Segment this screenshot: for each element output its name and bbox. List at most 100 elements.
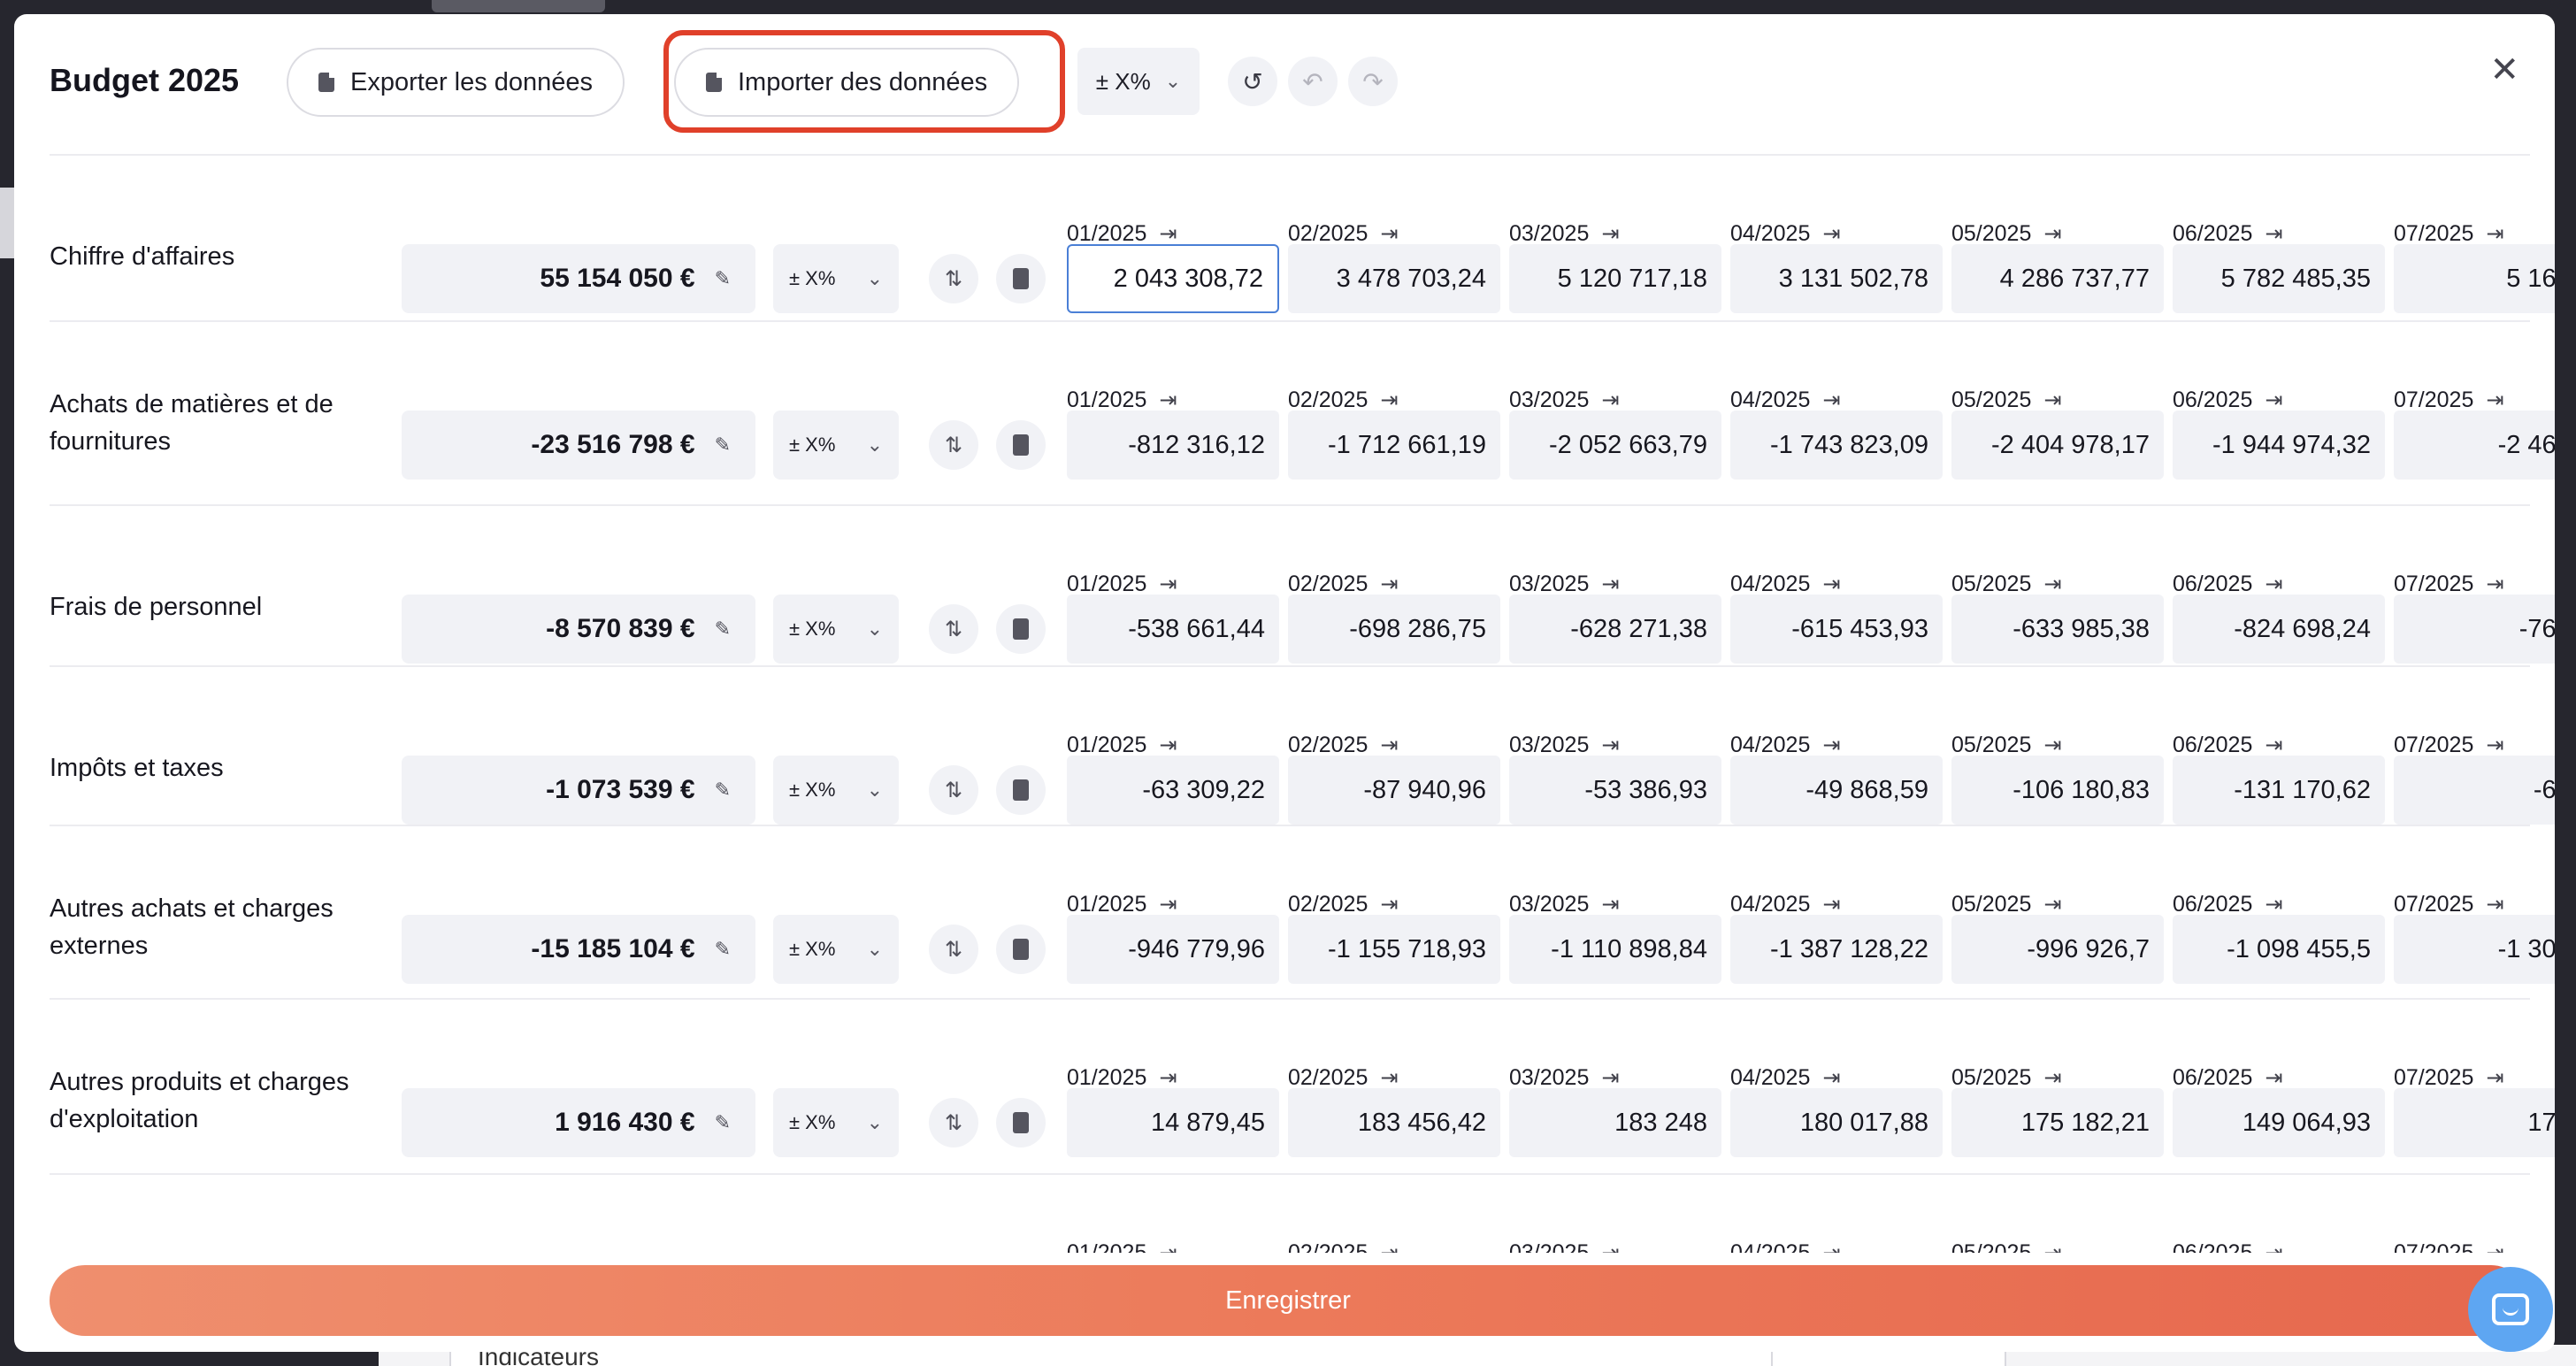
- row-total-field[interactable]: -1 073 539 € ✎: [402, 756, 755, 825]
- fill-right-icon[interactable]: ⇥: [1822, 1065, 1840, 1091]
- fill-right-icon[interactable]: ⇥: [1380, 733, 1398, 758]
- month-value-input[interactable]: -1 712 661,19: [1288, 411, 1500, 480]
- fill-right-icon[interactable]: ⇥: [2265, 1065, 2282, 1091]
- month-value-input[interactable]: 5 120 717,18: [1509, 244, 1721, 313]
- month-value-input[interactable]: -2 404 978,17: [1951, 411, 2164, 480]
- month-value-input[interactable]: 175 182,21: [1951, 1088, 2164, 1157]
- month-value-input[interactable]: -1 387 128,22: [1730, 915, 1943, 984]
- month-value-input[interactable]: -2 462 6: [2394, 411, 2555, 480]
- month-value-input[interactable]: 3 131 502,78: [1730, 244, 1943, 313]
- undo-icon[interactable]: ↶: [1288, 57, 1338, 106]
- chat-launcher-button[interactable]: [2468, 1267, 2553, 1352]
- swap-sort-icon[interactable]: ⇅: [929, 1098, 978, 1147]
- fill-right-icon[interactable]: ⇥: [1380, 388, 1398, 413]
- fill-right-icon[interactable]: ⇥: [2265, 221, 2282, 247]
- month-value-input[interactable]: -2 052 663,79: [1509, 411, 1721, 480]
- month-value-input[interactable]: -1 110 898,84: [1509, 915, 1721, 984]
- pencil-icon[interactable]: ✎: [715, 618, 731, 641]
- month-value-input[interactable]: 5 162 4: [2394, 244, 2555, 313]
- month-value-input[interactable]: -66 0: [2394, 756, 2555, 825]
- month-value-input[interactable]: 180 017,88: [1730, 1088, 1943, 1157]
- fill-right-icon[interactable]: ⇥: [2486, 1065, 2503, 1091]
- fill-right-icon[interactable]: ⇥: [1380, 1240, 1398, 1253]
- history-icon[interactable]: ↺: [1228, 57, 1277, 106]
- fill-right-icon[interactable]: ⇥: [2043, 1240, 2061, 1253]
- pencil-icon[interactable]: ✎: [715, 1111, 731, 1134]
- fill-right-icon[interactable]: ⇥: [1601, 892, 1619, 917]
- month-value-input[interactable]: 183 248: [1509, 1088, 1721, 1157]
- fill-right-icon[interactable]: ⇥: [2043, 733, 2061, 758]
- fill-right-icon[interactable]: ⇥: [1601, 1240, 1619, 1253]
- swap-sort-icon[interactable]: ⇅: [929, 765, 978, 815]
- fill-right-icon[interactable]: ⇥: [2043, 572, 2061, 597]
- month-value-input[interactable]: -1 304 9: [2394, 915, 2555, 984]
- fill-right-icon[interactable]: ⇥: [1159, 221, 1177, 247]
- pencil-icon[interactable]: ✎: [715, 779, 731, 802]
- clipboard-icon[interactable]: [996, 420, 1046, 470]
- swap-sort-icon[interactable]: ⇅: [929, 925, 978, 974]
- fill-right-icon[interactable]: ⇥: [1380, 572, 1398, 597]
- month-value-input[interactable]: -49 868,59: [1730, 756, 1943, 825]
- fill-right-icon[interactable]: ⇥: [2486, 733, 2503, 758]
- month-value-input[interactable]: -1 155 718,93: [1288, 915, 1500, 984]
- close-icon[interactable]: ✕: [2489, 50, 2519, 90]
- row-total-field[interactable]: -23 516 798 € ✎: [402, 411, 755, 480]
- month-value-input[interactable]: 172 3: [2394, 1088, 2555, 1157]
- fill-right-icon[interactable]: ⇥: [1380, 892, 1398, 917]
- fill-right-icon[interactable]: ⇥: [1159, 388, 1177, 413]
- month-value-input[interactable]: 5 782 485,35: [2173, 244, 2385, 313]
- fill-right-icon[interactable]: ⇥: [1601, 221, 1619, 247]
- month-value-input[interactable]: 2 043 308,72: [1067, 244, 1279, 313]
- import-button[interactable]: Importer des données: [674, 48, 1020, 117]
- fill-right-icon[interactable]: ⇥: [1601, 388, 1619, 413]
- export-button[interactable]: Exporter les données: [287, 48, 625, 117]
- row-total-field[interactable]: 55 154 050 € ✎: [402, 244, 755, 313]
- row-percent-dropdown[interactable]: ± X% ⌄: [773, 756, 899, 825]
- month-value-input[interactable]: 4 286 737,77: [1951, 244, 2164, 313]
- redo-icon[interactable]: ↷: [1348, 57, 1398, 106]
- pencil-icon[interactable]: ✎: [715, 434, 731, 457]
- fill-right-icon[interactable]: ⇥: [2265, 733, 2282, 758]
- row-total-field[interactable]: -15 185 104 € ✎: [402, 915, 755, 984]
- fill-right-icon[interactable]: ⇥: [1601, 572, 1619, 597]
- fill-right-icon[interactable]: ⇥: [2486, 221, 2503, 247]
- fill-right-icon[interactable]: ⇥: [1822, 572, 1840, 597]
- fill-right-icon[interactable]: ⇥: [2265, 388, 2282, 413]
- month-value-input[interactable]: 149 064,93: [2173, 1088, 2385, 1157]
- row-total-field[interactable]: -8 570 839 € ✎: [402, 595, 755, 664]
- month-value-input[interactable]: -63 309,22: [1067, 756, 1279, 825]
- fill-right-icon[interactable]: ⇥: [2486, 1240, 2503, 1253]
- month-value-input[interactable]: -538 661,44: [1067, 595, 1279, 664]
- swap-sort-icon[interactable]: ⇅: [929, 254, 978, 303]
- clipboard-icon[interactable]: [996, 1098, 1046, 1147]
- row-percent-dropdown[interactable]: ± X% ⌄: [773, 411, 899, 480]
- month-value-input[interactable]: -767 5: [2394, 595, 2555, 664]
- month-value-input[interactable]: 3 478 703,24: [1288, 244, 1500, 313]
- fill-right-icon[interactable]: ⇥: [1822, 1240, 1840, 1253]
- row-percent-dropdown[interactable]: ± X% ⌄: [773, 595, 899, 664]
- row-total-field[interactable]: 1 916 430 € ✎: [402, 1088, 755, 1157]
- fill-right-icon[interactable]: ⇥: [2486, 892, 2503, 917]
- month-value-input[interactable]: -812 316,12: [1067, 411, 1279, 480]
- pencil-icon[interactable]: ✎: [715, 267, 731, 290]
- percent-adjust-dropdown[interactable]: ± X% ⌄: [1077, 48, 1200, 115]
- month-value-input[interactable]: 14 879,45: [1067, 1088, 1279, 1157]
- swap-sort-icon[interactable]: ⇅: [929, 420, 978, 470]
- fill-right-icon[interactable]: ⇥: [2486, 572, 2503, 597]
- month-value-input[interactable]: -1 743 823,09: [1730, 411, 1943, 480]
- fill-right-icon[interactable]: ⇥: [1380, 221, 1398, 247]
- fill-right-icon[interactable]: ⇥: [1601, 733, 1619, 758]
- clipboard-icon[interactable]: [996, 925, 1046, 974]
- fill-right-icon[interactable]: ⇥: [1159, 892, 1177, 917]
- fill-right-icon[interactable]: ⇥: [2265, 1240, 2282, 1253]
- month-value-input[interactable]: -628 271,38: [1509, 595, 1721, 664]
- fill-right-icon[interactable]: ⇥: [1601, 1065, 1619, 1091]
- month-value-input[interactable]: -53 386,93: [1509, 756, 1721, 825]
- fill-right-icon[interactable]: ⇥: [2486, 388, 2503, 413]
- row-percent-dropdown[interactable]: ± X% ⌄: [773, 244, 899, 313]
- pencil-icon[interactable]: ✎: [715, 938, 731, 961]
- fill-right-icon[interactable]: ⇥: [2043, 892, 2061, 917]
- fill-right-icon[interactable]: ⇥: [2043, 221, 2061, 247]
- fill-right-icon[interactable]: ⇥: [2265, 572, 2282, 597]
- fill-right-icon[interactable]: ⇥: [1822, 388, 1840, 413]
